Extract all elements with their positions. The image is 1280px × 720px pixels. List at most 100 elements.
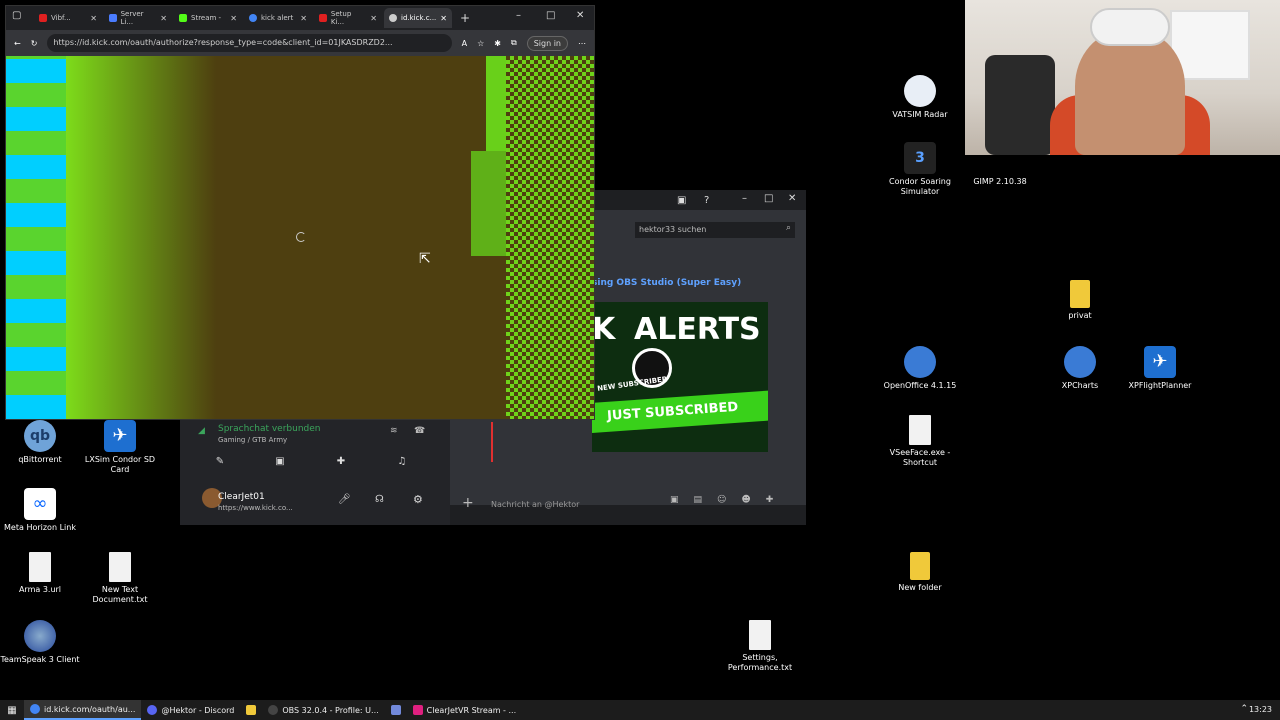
close-tab-icon[interactable]: ✕ bbox=[90, 14, 97, 23]
browser-tab[interactable]: Server Li... ✕ bbox=[104, 8, 172, 28]
soundboard-icon[interactable]: ♫ bbox=[396, 456, 408, 468]
settings-gear-icon[interactable]: ⚙ bbox=[413, 493, 423, 506]
browser-tab[interactable]: Setup Ki... ✕ bbox=[314, 8, 382, 28]
desktop-icon-vatsim-radar[interactable]: VATSIM Radar bbox=[880, 75, 960, 120]
desktop-icon-qbittorrent[interactable]: qb qBittorrent bbox=[0, 420, 80, 465]
minimize-button[interactable]: – bbox=[742, 193, 747, 204]
read-aloud-icon[interactable]: A bbox=[462, 39, 467, 48]
headphones-icon[interactable]: ☊ bbox=[375, 494, 384, 505]
new-tab-button[interactable]: + bbox=[460, 11, 470, 25]
taskbar-app-stream[interactable]: ClearJetVR Stream - ... bbox=[407, 700, 522, 720]
pencil-icon[interactable]: ✎ bbox=[214, 456, 226, 468]
help-icon[interactable]: ? bbox=[704, 195, 709, 206]
video-thumbnail[interactable]: K ALERTS NEW SUBSCRIBER JUST SUBSCRIBED bbox=[592, 302, 768, 452]
discord-search-input[interactable]: hektor33 suchen bbox=[635, 222, 795, 238]
render-artifact bbox=[66, 56, 216, 419]
teamspeak-icon bbox=[24, 620, 56, 652]
desktop-icon-settings-performance[interactable]: Settings, Performance.txt bbox=[720, 620, 800, 673]
desktop: qb qBittorrent ✈ LXSim Condor SD Card ∞ … bbox=[0, 0, 1280, 700]
browser-menu-icon[interactable]: ▢ bbox=[12, 10, 21, 21]
desktop-icon-xpflightplanner[interactable]: ✈ XPFlightPlanner bbox=[1120, 346, 1200, 391]
desktop-icon-label: Condor Soaring Simulator bbox=[889, 177, 951, 196]
desktop-icon-arma3[interactable]: Arma 3.url bbox=[0, 552, 80, 595]
screen-share-icon[interactable]: ▣ bbox=[274, 456, 286, 468]
clock[interactable]: 13:23 bbox=[1249, 705, 1272, 714]
google-icon bbox=[249, 14, 257, 22]
desktop-icon-new-text-document[interactable]: New Text Document.txt bbox=[80, 552, 160, 605]
minimize-button[interactable]: – bbox=[516, 10, 521, 21]
back-icon[interactable]: ← bbox=[14, 39, 21, 48]
noise-suppression-icon[interactable]: ≋ bbox=[390, 426, 398, 436]
browser-tab[interactable]: Vibf... ✕ bbox=[34, 8, 102, 28]
desktop-icon-meta-horizon[interactable]: ∞ Meta Horizon Link bbox=[0, 488, 80, 533]
tab-label: Server Li... bbox=[120, 10, 144, 26]
desktop-icon-label: Arma 3.url bbox=[18, 585, 62, 594]
taskbar-app-explorer[interactable] bbox=[240, 700, 262, 720]
activities-icon[interactable]: ✚ bbox=[335, 456, 347, 468]
taskbar-app-obs[interactable]: OBS 32.0.4 - Profile: U... bbox=[262, 700, 384, 720]
page-content[interactable]: ⇱ bbox=[6, 56, 594, 419]
discord-voice-panel: ◢ Sprachchat verbunden Gaming / GTB Army… bbox=[180, 420, 450, 525]
favorite-star-icon[interactable]: ☆ bbox=[477, 39, 484, 48]
close-tab-icon[interactable]: ✕ bbox=[370, 14, 377, 23]
maximize-button[interactable]: □ bbox=[546, 10, 555, 21]
microphone-icon[interactable]: 🎤︎ bbox=[338, 494, 351, 505]
taskbar-app-browser[interactable]: id.kick.com/oauth/au... bbox=[24, 700, 142, 720]
desktop-icon-label: Meta Horizon Link bbox=[4, 523, 76, 532]
disconnect-icon[interactable]: ☎ bbox=[414, 426, 425, 436]
desktop-icon-lxsim[interactable]: ✈ LXSim Condor SD Card bbox=[80, 420, 160, 475]
desktop-icon-label: TeamSpeak 3 Client bbox=[0, 655, 80, 664]
taskbar-app-feather[interactable] bbox=[385, 700, 407, 720]
stream-icon bbox=[412, 705, 423, 715]
desktop-icon-openoffice[interactable]: OpenOffice 4.1.15 bbox=[880, 346, 960, 391]
browser-tab-active[interactable]: id.kick.c... ✕ bbox=[384, 8, 452, 28]
browser-tab[interactable]: Stream - ✕ bbox=[174, 8, 242, 28]
desktop-icon-vseeface[interactable]: VSeeFace.exe - Shortcut bbox=[880, 415, 960, 468]
message-input[interactable]: Nachricht an @Hektor bbox=[491, 500, 579, 509]
more-options-icon[interactable]: ⋯ bbox=[578, 39, 586, 48]
close-tab-icon[interactable]: ✕ bbox=[160, 14, 167, 23]
desktop-icon-xpcharts[interactable]: XPCharts bbox=[1040, 346, 1120, 391]
render-artifact bbox=[471, 151, 506, 256]
username[interactable]: ClearJet01 bbox=[218, 492, 265, 502]
maximize-button[interactable]: □ bbox=[764, 193, 773, 204]
message-toolbar-icons[interactable]: ▣▤☺☻✚ bbox=[670, 495, 788, 505]
url-input[interactable]: https://id.kick.com/oauth/authorize?resp… bbox=[47, 34, 452, 52]
add-attachment-icon[interactable]: + bbox=[462, 495, 474, 511]
close-tab-icon[interactable]: ✕ bbox=[440, 14, 447, 23]
desktop-icon-teamspeak[interactable]: TeamSpeak 3 Client bbox=[0, 620, 80, 665]
folder-icon bbox=[1070, 280, 1090, 308]
voice-channel[interactable]: Gaming / GTB Army bbox=[218, 436, 287, 444]
render-artifact bbox=[486, 56, 506, 151]
tab-bar: Vibf... ✕ Server Li... ✕ Stream - ✕ kick… bbox=[6, 6, 594, 30]
sign-in-button[interactable]: Sign in bbox=[526, 35, 568, 51]
extensions-icon[interactable]: ✱ bbox=[494, 39, 501, 48]
kick-icon bbox=[179, 14, 187, 22]
desktop-icon-label: New folder bbox=[898, 583, 942, 592]
taskbar-app-label: OBS 32.0.4 - Profile: U... bbox=[282, 705, 379, 715]
close-button[interactable]: ✕ bbox=[576, 10, 584, 21]
browser-tab[interactable]: kick alert ✕ bbox=[244, 8, 312, 28]
desktop-icon-condor[interactable]: 3 Condor Soaring Simulator bbox=[880, 142, 960, 197]
signal-icon: ◢ bbox=[198, 426, 205, 436]
collections-icon[interactable]: ⧉ bbox=[511, 38, 517, 48]
close-tab-icon[interactable]: ✕ bbox=[230, 14, 237, 23]
voice-status[interactable]: Sprachchat verbunden bbox=[218, 424, 321, 434]
chevron-up-icon[interactable]: ⌃ bbox=[1240, 704, 1248, 714]
reload-icon[interactable]: ↻ bbox=[31, 39, 38, 48]
webcam-person bbox=[1075, 30, 1185, 155]
tab-label: Stream - bbox=[191, 14, 222, 22]
thumbnail-subscriber-text: NEW SUBSCRIBER bbox=[596, 375, 668, 393]
taskbar-app-discord[interactable]: @Hektor - Discord bbox=[141, 700, 240, 720]
close-tab-icon[interactable]: ✕ bbox=[300, 14, 307, 23]
qbittorrent-icon: qb bbox=[24, 420, 56, 452]
desktop-icon-new-folder[interactable]: New folder bbox=[880, 552, 960, 593]
meta-icon: ∞ bbox=[24, 488, 56, 520]
close-button[interactable]: ✕ bbox=[788, 193, 796, 204]
desktop-icon-privat[interactable]: privat bbox=[1040, 280, 1120, 321]
desktop-icon-label: New Text Document.txt bbox=[92, 585, 148, 604]
plane-icon: ✈ bbox=[1144, 346, 1176, 378]
discord-inbox-icon[interactable]: ▣ bbox=[677, 195, 686, 206]
start-menu-icon[interactable]: ▦ bbox=[0, 705, 24, 716]
video-title[interactable]: sing OBS Studio (Super Easy) bbox=[592, 278, 741, 288]
